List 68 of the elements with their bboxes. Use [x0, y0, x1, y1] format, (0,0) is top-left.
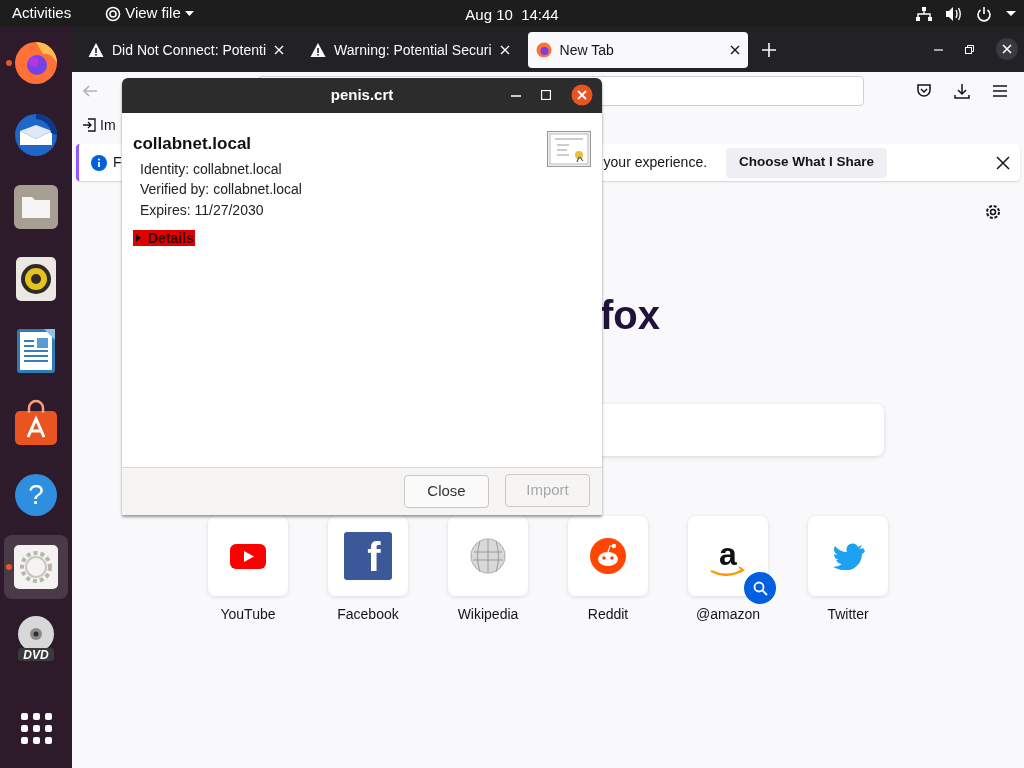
- shortcut-tile[interactable]: f: [328, 516, 408, 596]
- shortcut-label[interactable]: Twitter: [827, 604, 869, 625]
- settings-icon[interactable]: [984, 203, 1002, 221]
- info-icon: [91, 154, 107, 171]
- choose-button[interactable]: Choose What I Share: [726, 147, 888, 178]
- alien-icon: [590, 538, 626, 574]
- network-icon[interactable]: [916, 6, 932, 21]
- browser-tab[interactable]: Warning: Potential Securi: [302, 32, 518, 68]
- shortcut-label[interactable]: YouTube: [220, 604, 276, 625]
- shortcut-tile[interactable]: [208, 516, 288, 596]
- close-icon[interactable]: [571, 84, 593, 106]
- clock[interactable]: Aug 10 14:44: [465, 4, 559, 27]
- facebook-logo-icon: f: [344, 532, 392, 580]
- browser-tab[interactable]: Did Not Connect: Potenti: [80, 32, 293, 68]
- download-icon[interactable]: [954, 83, 970, 99]
- caret-icon[interactable]: [1006, 11, 1016, 16]
- certificate-field: Identity: collabnet.local: [140, 158, 547, 179]
- warning-icon: [88, 42, 104, 58]
- shortcut-label[interactable]: Wikipedia: [457, 604, 519, 625]
- shortcut-tile[interactable]: a: [688, 516, 768, 596]
- browser-icon[interactable]: [12, 39, 60, 87]
- shortcut-label[interactable]: Reddit: [587, 604, 629, 625]
- certificate-field: Expires: 11/27/2030: [140, 199, 547, 220]
- close-icon[interactable]: [996, 38, 1018, 60]
- certificate-icon: [547, 131, 591, 167]
- app-menu[interactable]: View file: [105, 2, 194, 25]
- shortcut-tile[interactable]: [448, 516, 528, 596]
- warning-icon: [310, 42, 327, 58]
- dialog-titlebar: penis.crt: [122, 78, 602, 113]
- app-icon: [105, 5, 122, 22]
- close-icon[interactable]: [996, 155, 1010, 170]
- shortcut-label[interactable]: Facebook: [337, 604, 399, 625]
- activities-button[interactable]: Activities: [8, 2, 76, 25]
- bird-icon: [831, 542, 865, 570]
- folder-icon[interactable]: [12, 183, 60, 231]
- maximize-icon[interactable]: [541, 90, 551, 100]
- apps-grid-icon[interactable]: [20, 713, 52, 744]
- bookmark-item[interactable]: Im: [82, 114, 116, 136]
- certificate-name: collabnet.local: [133, 133, 253, 155]
- pocket-icon[interactable]: [916, 83, 932, 99]
- details-expander[interactable]: Details: [133, 230, 195, 246]
- notification-text: F: [113, 153, 122, 172]
- triangle-icon: [134, 234, 142, 242]
- wordmark: fox: [600, 292, 660, 339]
- search-icon: [752, 580, 768, 596]
- import-icon: [82, 118, 96, 132]
- globe-icon: [470, 538, 506, 574]
- power-icon[interactable]: [976, 5, 992, 22]
- shopping-bag-icon[interactable]: [12, 399, 60, 447]
- settings-icon[interactable]: [12, 543, 60, 591]
- volume-icon[interactable]: [946, 5, 962, 22]
- new-tab-icon[interactable]: [761, 43, 776, 57]
- search-badge[interactable]: [744, 572, 776, 604]
- browser-tab[interactable]: New Tab: [527, 32, 748, 68]
- close-icon[interactable]: [729, 45, 740, 55]
- shortcut-label[interactable]: @amazon: [696, 604, 760, 625]
- restore-icon[interactable]: [965, 44, 974, 54]
- dialog-button[interactable]: Close: [404, 475, 489, 508]
- certificate-field: Verified by: collabnet.local: [140, 179, 547, 200]
- shortcut-tile[interactable]: [808, 516, 888, 596]
- browser-icon: [535, 42, 552, 58]
- mail-icon[interactable]: [12, 111, 60, 159]
- play-icon: [230, 543, 266, 569]
- dock-item-highlight[interactable]: [4, 535, 68, 599]
- notification-text: your experience.: [603, 153, 708, 172]
- caret-icon: [184, 11, 194, 16]
- shortcut-tile[interactable]: [568, 516, 648, 596]
- menu-icon[interactable]: [992, 83, 1008, 99]
